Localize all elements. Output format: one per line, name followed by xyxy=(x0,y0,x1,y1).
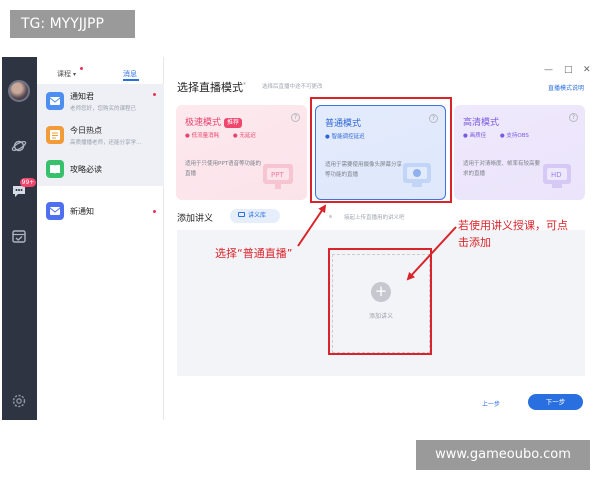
message-title: 今日热点 xyxy=(70,126,102,135)
book-icon xyxy=(46,160,64,178)
unread-dot xyxy=(153,93,156,96)
recommend-tag: 推荐 xyxy=(224,118,243,128)
handout-section-title: 添加讲义 xyxy=(177,214,214,224)
unread-dot xyxy=(153,210,156,213)
close-button[interactable]: ✕ xyxy=(583,65,591,75)
feature-item: ● 支持OBS xyxy=(499,133,529,139)
help-icon[interactable]: ? xyxy=(291,113,300,122)
tab-messages[interactable]: 消息 xyxy=(123,69,137,79)
camera-illustration-icon xyxy=(403,163,431,187)
mode-help-link[interactable]: 直播模式说明 xyxy=(548,83,584,92)
minimize-button[interactable]: — xyxy=(544,65,553,75)
prev-step-button[interactable]: 上一步 xyxy=(482,399,500,408)
annotation-add-handout-line2: 击添加 xyxy=(458,236,491,249)
add-handout-button[interactable]: + 添加讲义 xyxy=(332,254,430,353)
message-preview: 老师您好，您购买的课程已 xyxy=(70,106,137,112)
feature-item: ● 低流量消耗 xyxy=(185,133,220,139)
tab-course[interactable]: 课程 ▾ xyxy=(57,69,76,79)
maximize-button[interactable]: □ xyxy=(564,65,573,75)
mode-title: 高清模式 xyxy=(463,118,500,128)
mail-icon xyxy=(46,92,64,110)
calendar-check-icon[interactable] xyxy=(11,228,27,244)
mode-features: ● 智能调控延迟 xyxy=(325,132,377,140)
message-item-new-notice[interactable]: 新通知 xyxy=(37,194,164,228)
avatar[interactable] xyxy=(8,80,30,102)
course-unread-dot xyxy=(80,67,83,70)
live-setup-panel: — □ ✕ 选择直播模式* 选择后直播中途不可更改 直播模式说明 极速模式 推荐 … xyxy=(164,57,598,420)
mode-features: ● 低流量消耗 ● 无延迟 xyxy=(185,131,268,139)
folder-icon xyxy=(238,212,245,217)
message-preview: 高质播播老师，还能分享学… xyxy=(70,140,142,146)
mode-hint: 选择后直播中途不可更改 xyxy=(262,84,323,90)
mode-description: 适用于对清晰度、帧率有较高要求的直播 xyxy=(463,161,541,177)
message-title: 新通知 xyxy=(70,207,94,216)
upload-hint: 接起上传直播用的讲义吧 xyxy=(344,215,405,221)
mode-card-normal[interactable]: 普通模式 ● 智能调控延迟 适用于需要使用摄像头屏幕分享等功能的直播 ? xyxy=(315,105,446,200)
annotation-add-handout-line1: 若使用讲义授课，可点 xyxy=(458,219,568,232)
watermark-bottom: www.gameoubo.com xyxy=(416,440,590,470)
feature-item: ● 无延迟 xyxy=(232,133,256,139)
svg-text:PPT: PPT xyxy=(271,171,284,179)
mode-features: ● 画质佳 ● 支持OBS xyxy=(463,131,541,139)
annotation-select-mode: 选择“普通直播” xyxy=(215,247,293,260)
planet-icon[interactable] xyxy=(11,138,27,154)
message-title: 攻略必读 xyxy=(70,165,102,174)
feature-item: ● 画质佳 xyxy=(463,133,487,139)
message-panel: 课程 ▾ 消息 通知君 老师您好，您购买的课程已 今日热点 高质播播老师，还能分享… xyxy=(37,57,164,420)
side-rail: 99+ xyxy=(2,57,37,420)
message-panel-tabs: 课程 ▾ 消息 xyxy=(37,57,164,83)
mail-icon xyxy=(46,202,64,220)
active-tab-underline xyxy=(123,79,139,81)
next-step-button[interactable]: 下一步 xyxy=(528,394,583,410)
message-item-hot-topics[interactable]: 今日热点 高质播播老师，还能分享学… xyxy=(37,118,164,152)
ppt-illustration-icon: PPT xyxy=(263,164,293,189)
app-window: 99+ 课程 ▾ 消息 通知君 老师您好，您购买的课程已 今日热点 高质播播老师… xyxy=(2,57,598,420)
hd-illustration-icon: HD xyxy=(543,164,571,188)
message-item-guide[interactable]: 攻略必读 xyxy=(37,152,164,186)
mode-title: 普通模式 xyxy=(325,119,362,129)
message-item-notice-bot[interactable]: 通知君 老师您好，您购买的课程已 xyxy=(37,84,164,118)
svg-text:HD: HD xyxy=(551,171,562,179)
news-icon xyxy=(46,126,64,144)
plus-icon: + xyxy=(371,282,391,302)
feature-item: ● 智能调控延迟 xyxy=(325,134,365,140)
mode-description: 适用于只使用PPT语音等功能的直播 xyxy=(185,161,261,177)
help-icon[interactable]: ? xyxy=(569,113,578,122)
mode-card-hd[interactable]: 高清模式 ● 画质佳 ● 支持OBS 适用于对清晰度、帧率有较高要求的直播 ? … xyxy=(454,105,585,200)
hint-dot xyxy=(329,215,332,218)
watermark-top: TG: MYYJJPP xyxy=(10,10,135,38)
add-handout-label: 添加讲义 xyxy=(368,313,393,320)
mode-description: 适用于需要使用摄像头屏幕分享等功能的直播 xyxy=(325,162,403,178)
page-title: 选择直播模式* xyxy=(177,81,246,94)
chevron-down-icon: ▾ xyxy=(73,71,77,78)
handout-library-button[interactable]: 讲义库 xyxy=(230,209,280,223)
gear-icon[interactable] xyxy=(11,393,27,409)
mode-title: 极速模式 推荐 xyxy=(185,115,243,128)
mode-card-fast[interactable]: 极速模式 推荐 ● 低流量消耗 ● 无延迟 适用于只使用PPT语音等功能的直播 ?… xyxy=(176,105,307,200)
help-icon[interactable]: ? xyxy=(429,114,438,123)
message-title: 通知君 xyxy=(70,92,94,101)
unread-badge: 99+ xyxy=(20,178,36,187)
tutorial-screenshot: TG: MYYJJPP 99+ 课程 ▾ 消息 通知君 老师您好，您购买的课程已… xyxy=(0,0,600,480)
